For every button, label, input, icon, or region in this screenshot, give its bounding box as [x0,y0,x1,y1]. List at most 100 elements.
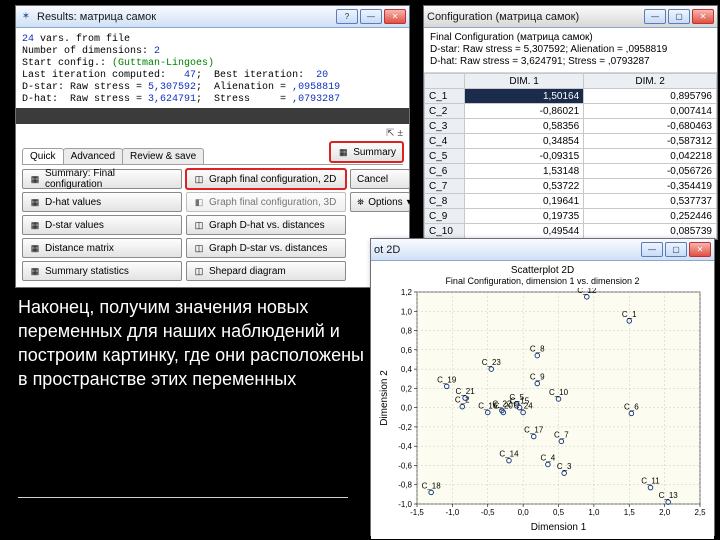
summary-button[interactable]: ▦ Summary [330,142,403,162]
column-header[interactable] [425,74,465,89]
cell-dim2[interactable]: -0,056726 [584,164,717,179]
summary-final-config-button[interactable]: ▦Summary: Final configuration [22,169,182,189]
graph-3d-button[interactable]: ◧Graph final configuration, 3D [186,192,346,212]
results-titlebar[interactable]: ✶ Results: матрица самок ? — ✕ [16,6,409,28]
scatter-title: ot 2D [374,244,641,256]
results-info-text: 24 vars. from file Number of dimensions:… [22,34,403,106]
svg-text:C_11: C_11 [641,477,660,486]
svg-text:0,6: 0,6 [401,346,413,355]
svg-text:C_1: C_1 [622,310,637,319]
svg-text:C_4: C_4 [541,453,556,462]
help-button[interactable]: ? [336,9,358,24]
graph-dhat-button[interactable]: ◫Graph D-hat vs. distances [186,215,346,235]
table-row[interactable]: C_80,196410,537737 [425,194,717,209]
column-header[interactable]: DIM. 1 [465,74,584,89]
tab-advanced[interactable]: Advanced [63,148,123,164]
distance-matrix-button[interactable]: ▦Distance matrix [22,238,182,258]
svg-text:-0,8: -0,8 [398,481,412,490]
config-table[interactable]: DIM. 1DIM. 2 C_11,501640,895796C_2-0,860… [424,73,717,239]
row-header[interactable]: C_10 [425,224,465,239]
minimize-button[interactable]: — [360,9,382,24]
pin-icon[interactable]: ⇱ [386,128,394,139]
cell-dim1[interactable]: 1,53148 [465,164,584,179]
row-header[interactable]: C_9 [425,209,465,224]
table-row[interactable]: C_2-0,860210,007414 [425,104,717,119]
cell-dim2[interactable]: 0,042218 [584,149,717,164]
cell-dim2[interactable]: 0,537737 [584,194,717,209]
results-title: Results: матрица самок [37,11,336,23]
tab-review-save[interactable]: Review & save [122,148,204,164]
svg-text:-1,0: -1,0 [445,508,459,517]
column-header[interactable]: DIM. 2 [584,74,717,89]
svg-text:2,5: 2,5 [694,508,706,517]
cell-dim2[interactable]: 0,895796 [584,89,717,104]
svg-text:C_3: C_3 [557,462,572,471]
svg-text:C_7: C_7 [554,430,569,439]
svg-text:C_13: C_13 [659,491,679,500]
svg-text:1,0: 1,0 [401,307,413,316]
cell-dim2[interactable]: 0,252446 [584,209,717,224]
svg-text:-0,4: -0,4 [398,442,412,451]
cell-dim2[interactable]: -0,680463 [584,119,717,134]
row-header[interactable]: C_3 [425,119,465,134]
table-row[interactable]: C_61,53148-0,056726 [425,164,717,179]
row-header[interactable]: C_4 [425,134,465,149]
chart-icon: ◫ [193,243,205,253]
shepard-diagram-button[interactable]: ◫Shepard diagram [186,261,346,281]
graph-dstar-button[interactable]: ◫Graph D-star vs. distances [186,238,346,258]
minimize-button[interactable]: — [644,9,666,24]
row-header[interactable]: C_8 [425,194,465,209]
options-button[interactable]: ⛯Options ▾ [350,192,410,212]
gear-icon: ⛯ [357,197,364,207]
row-header[interactable]: C_5 [425,149,465,164]
cancel-button[interactable]: Cancel [350,169,410,189]
cell-dim1[interactable]: 0,34854 [465,134,584,149]
close-button[interactable]: ✕ [692,9,714,24]
cell-dim2[interactable]: -0,587312 [584,134,717,149]
maximize-button[interactable]: ▢ [665,242,687,257]
row-header[interactable]: C_6 [425,164,465,179]
dstar-values-button[interactable]: ▦D-star values [22,215,182,235]
cell-dim1[interactable]: 0,53722 [465,179,584,194]
cell-dim1[interactable]: 0,19641 [465,194,584,209]
svg-text:Dimension 1: Dimension 1 [531,522,587,533]
cell-dim1[interactable]: 0,49544 [465,224,584,239]
graph-2d-button[interactable]: ◫Graph final configuration, 2D [186,169,346,189]
close-button[interactable]: ✕ [384,9,406,24]
svg-text:1,0: 1,0 [588,508,600,517]
close-button[interactable]: ✕ [689,242,711,257]
cell-dim1[interactable]: 0,58356 [465,119,584,134]
table-row[interactable]: C_30,58356-0,680463 [425,119,717,134]
table-row[interactable]: C_40,34854-0,587312 [425,134,717,149]
cell-dim1[interactable]: -0,86021 [465,104,584,119]
summary-button-label: Summary [353,147,396,158]
svg-text:-0,5: -0,5 [481,508,495,517]
table-row[interactable]: C_70,53722-0,354419 [425,179,717,194]
table-row[interactable]: C_100,495440,085739 [425,224,717,239]
app-icon: ✶ [19,10,33,24]
svg-text:C_17: C_17 [524,426,544,435]
row-header[interactable]: C_2 [425,104,465,119]
cell-dim1[interactable]: -0,09315 [465,149,584,164]
cell-dim2[interactable]: 0,007414 [584,104,717,119]
table-row[interactable]: C_5-0,093150,042218 [425,149,717,164]
table-row[interactable]: C_90,197350,252446 [425,209,717,224]
svg-text:C_8: C_8 [530,345,545,354]
row-header[interactable]: C_7 [425,179,465,194]
expand-icon[interactable]: ± [398,128,404,139]
tab-quick[interactable]: Quick [22,148,64,164]
cell-dim2[interactable]: -0,354419 [584,179,717,194]
cell-dim1[interactable]: 0,19735 [465,209,584,224]
summary-stats-button[interactable]: ▦Summary statistics [22,261,182,281]
scatter-titlebar[interactable]: ot 2D — ▢ ✕ [371,239,714,261]
config-titlebar[interactable]: Configuration (матрица самок) — ▢ ✕ [424,6,717,28]
minimize-button[interactable]: — [641,242,663,257]
config-title: Configuration (матрица самок) [427,11,644,23]
table-row[interactable]: C_11,501640,895796 [425,89,717,104]
dhat-values-button[interactable]: ▦D-hat values [22,192,182,212]
svg-text:2,0: 2,0 [659,508,671,517]
maximize-button[interactable]: ▢ [668,9,690,24]
row-header[interactable]: C_1 [425,89,465,104]
cell-dim2[interactable]: 0,085739 [584,224,717,239]
cell-dim1[interactable]: 1,50164 [465,89,584,104]
